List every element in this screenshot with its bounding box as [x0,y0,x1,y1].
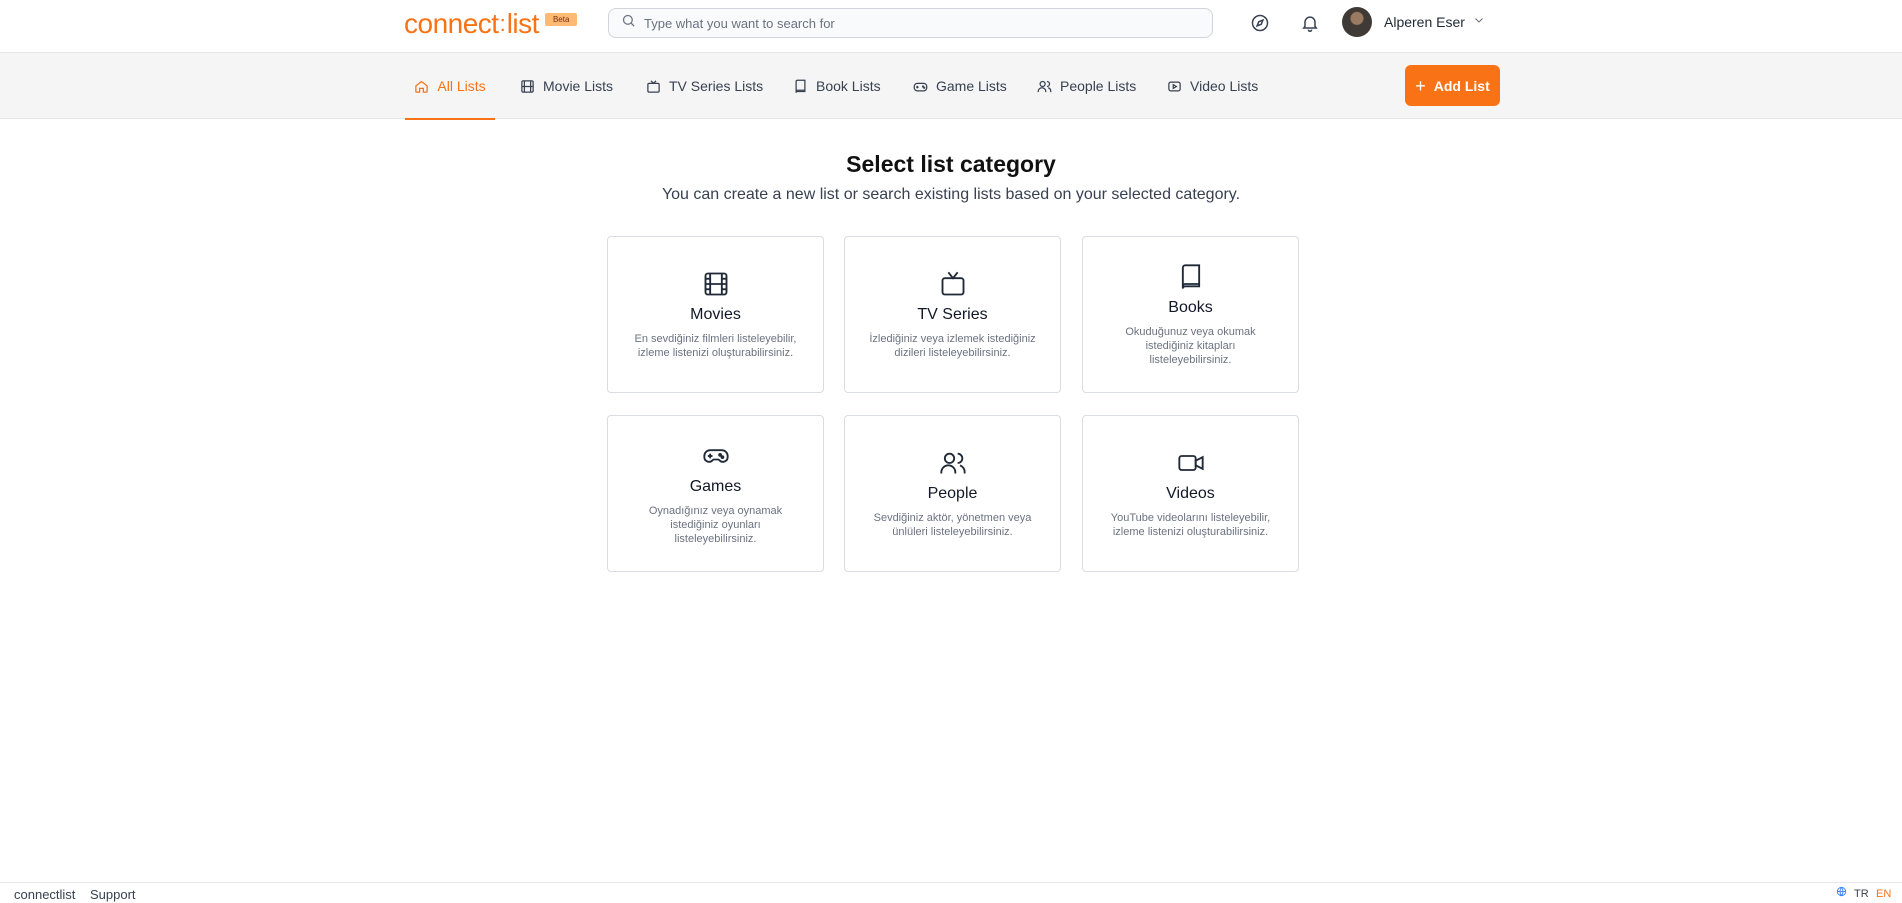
plus-icon: + [1415,75,1426,96]
tab-movie-lists[interactable]: Movie Lists [520,53,613,119]
category-card-videos[interactable]: Videos YouTube videolarını listeleyebili… [1082,415,1299,572]
book-icon [1181,263,1200,289]
search-icon [621,13,636,33]
card-title: People [927,484,978,502]
user-menu[interactable]: Alperen Eser [1342,7,1485,37]
logo-text-left: connect [404,8,499,39]
compass-icon[interactable] [1249,12,1271,34]
tab-label: Book Lists [816,78,881,94]
top-bar: connect : list Beta Alperen Eser [0,0,1902,53]
tab-tv-series-lists[interactable]: TV Series Lists [646,53,763,119]
tab-video-lists[interactable]: Video Lists [1167,53,1258,119]
lang-en[interactable]: EN [1876,888,1891,900]
category-card-games[interactable]: Games Oynadığınız veya oynamak istediğin… [607,415,824,572]
bell-icon[interactable] [1299,12,1321,34]
card-title: Games [689,477,742,495]
category-card-tv-series[interactable]: TV Series İzlediğiniz veya izlemek isted… [844,236,1061,393]
tab-label: People Lists [1060,78,1137,94]
footer-brand-link[interactable]: connectlist [14,887,75,902]
users-icon [939,452,966,473]
add-list-label: Add List [1433,77,1490,94]
tab-label: TV Series Lists [669,78,764,94]
page-title: Select list category [846,151,1056,177]
video-icon [1168,81,1181,91]
card-title: Videos [1166,484,1215,502]
tv-icon [941,271,964,295]
card-description: Oynadığınız veya oynamak istediğiniz oyu… [648,504,783,545]
book-icon [795,79,806,93]
card-description: Okuduğunuz veya okumak istediğiniz kitap… [1125,325,1256,366]
globe-icon [1836,886,1847,900]
film-icon [521,79,534,93]
card-description: İzlediğiniz veya izlemek istediğiniz diz… [869,332,1036,359]
search-box[interactable] [608,8,1213,38]
logo[interactable]: connect : list Beta [404,8,578,39]
film-icon [704,272,727,295]
card-description: Sevdiğiniz aktör, yönetmen veya ünlüleri… [873,511,1032,538]
tv-icon [647,79,660,93]
logo-text-right: list [506,8,540,39]
tab-label: Game Lists [936,78,1007,94]
card-description: En sevdiğiniz filmleri listeleyebilir, i… [634,332,797,359]
category-card-movies[interactable]: Movies En sevdiğiniz filmleri listeleyeb… [607,236,824,393]
logo-separator: : [499,11,506,36]
add-list-button[interactable]: + Add List [1405,65,1500,106]
gamepad-icon [702,448,729,463]
lang-tr[interactable]: TR [1854,888,1869,900]
card-title: TV Series [917,305,988,323]
search-input[interactable] [644,15,1204,31]
user-name[interactable]: Alperen Eser [1384,14,1465,30]
card-description: YouTube videolarını listeleyebilir, izle… [1110,511,1271,538]
card-title: Movies [690,305,741,323]
tab-book-lists[interactable]: Book Lists [793,53,881,119]
gamepad-icon [913,82,928,91]
tab-label: Video Lists [1190,78,1259,94]
tab-label: Movie Lists [543,78,614,94]
tab-game-lists[interactable]: Game Lists [913,53,1007,119]
footer-support-link[interactable]: Support [90,887,136,902]
users-icon [1037,80,1052,92]
tab-people-lists[interactable]: People Lists [1037,53,1136,119]
avatar[interactable] [1342,7,1372,37]
category-nav: All Lists Movie Lists TV Series Lists Bo… [0,53,1902,120]
chevron-down-icon[interactable] [1473,13,1485,31]
category-card-people[interactable]: People Sevdiğiniz aktör, yönetmen veya ü… [844,415,1061,572]
page-subtitle: You can create a new list or search exis… [661,186,1241,203]
tab-all-lists[interactable]: All Lists [405,53,495,120]
video-icon [1177,454,1204,471]
tab-label: All Lists [437,78,486,94]
category-card-books[interactable]: Books Okuduğunuz veya okumak istediğiniz… [1082,236,1299,393]
card-title: Books [1168,298,1213,316]
footer: connectlist Support TR EN [0,882,1902,903]
home-icon [415,80,429,93]
beta-badge: Beta [544,13,578,26]
